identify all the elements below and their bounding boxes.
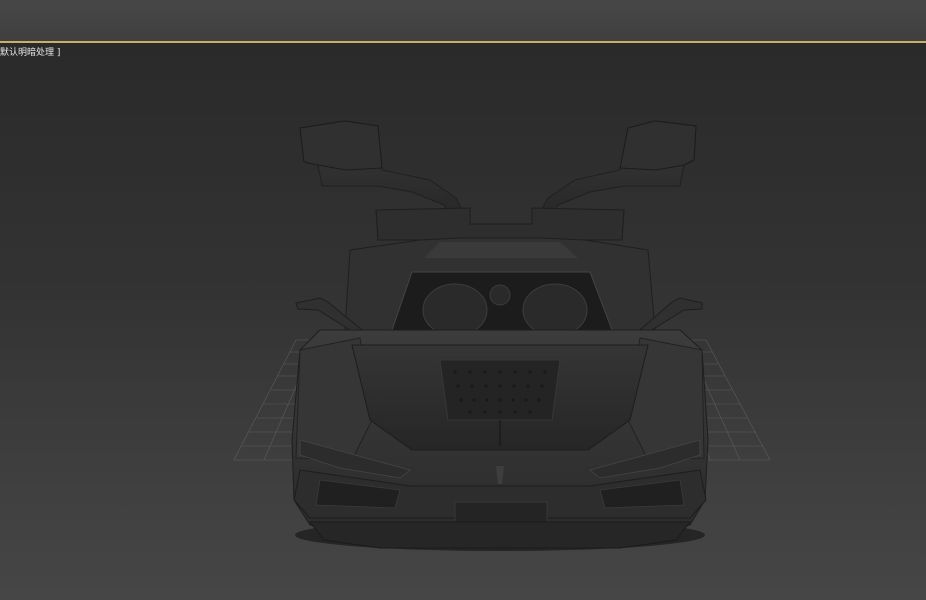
lower-grille: [454, 501, 548, 525]
perspective-viewport[interactable]: 默认明暗处理 ]: [0, 43, 926, 600]
roof: [424, 242, 578, 258]
front-splitter: [308, 521, 692, 549]
car-model[interactable]: [291, 120, 709, 549]
rear-wing: [375, 207, 625, 241]
right-door-upper: [619, 120, 697, 171]
viewport-top-bar: [0, 0, 926, 42]
left-door-upper: [299, 120, 383, 171]
car-model-scene[interactable]: [0, 43, 926, 600]
